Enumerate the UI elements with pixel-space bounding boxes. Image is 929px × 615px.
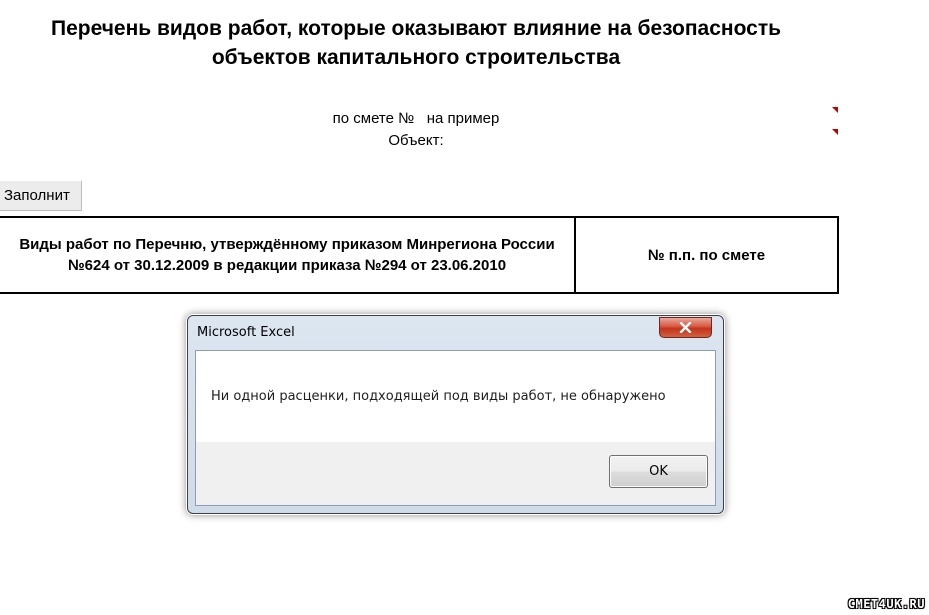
comment-indicator-1[interactable] — [832, 107, 838, 113]
excel-sheet-page: Перечень видов работ, которые оказывают … — [0, 0, 929, 615]
title-line-1: Перечень видов работ, которые оказывают … — [50, 17, 782, 40]
object-label: Объект: — [388, 132, 444, 149]
page-title: Перечень видов работ, которые оказывают … — [0, 14, 832, 72]
dialog-title: Microsoft Excel — [197, 325, 295, 340]
estimate-label: по смете № на пример — [332, 110, 500, 127]
message-dialog: Microsoft Excel Ни одной расценки, подхо… — [187, 315, 724, 514]
header-estimate-number-column[interactable]: № п.п. по смете — [576, 218, 837, 292]
dialog-message: Ни одной расценки, подходящей под виды р… — [211, 389, 666, 404]
ok-button[interactable]: OK — [609, 455, 708, 488]
title-line-2: объектов капитального строительства — [211, 46, 621, 69]
fill-button[interactable]: Заполнит — [0, 181, 82, 211]
works-table-header: Виды работ по Перечню, утверждённому при… — [0, 216, 839, 294]
dialog-close-button[interactable] — [659, 317, 712, 338]
close-icon — [679, 322, 692, 333]
header-works-column[interactable]: Виды работ по Перечню, утверждённому при… — [0, 218, 576, 292]
dialog-body: Ни одной расценки, подходящей под виды р… — [195, 350, 716, 506]
comment-indicator-2[interactable] — [832, 129, 838, 135]
dialog-message-area: Ни одной расценки, подходящей под виды р… — [196, 351, 715, 442]
watermark: CMET4UK.RU — [847, 597, 925, 611]
